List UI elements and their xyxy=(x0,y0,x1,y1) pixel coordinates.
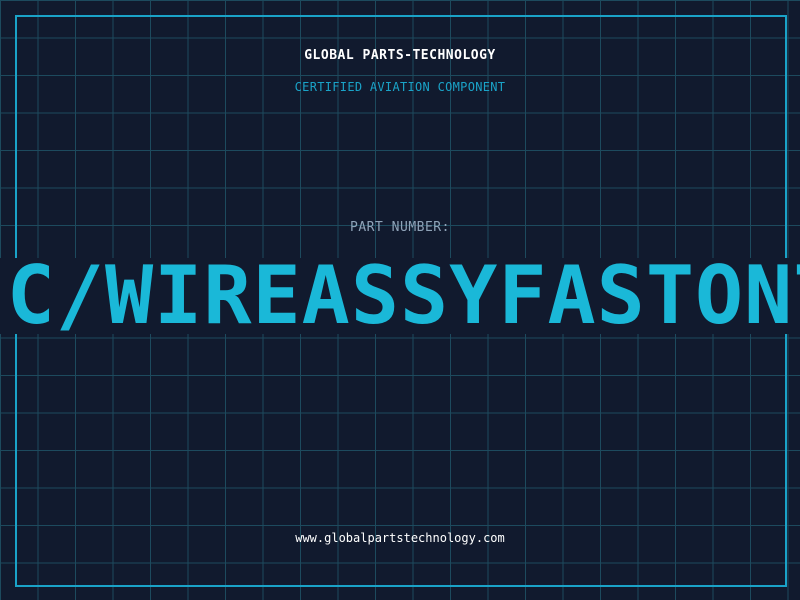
part-number-band: -C/WIREASSYFASTONT xyxy=(0,258,800,334)
certification-subtitle: CERTIFIED AVIATION COMPONENT xyxy=(294,80,506,94)
website-url: www.globalpartstechnology.com xyxy=(295,531,505,545)
part-number-value: -C/WIREASSYFASTONT xyxy=(0,258,800,334)
part-number-label: PART NUMBER: xyxy=(350,220,450,235)
company-name: GLOBAL PARTS-TECHNOLOGY xyxy=(304,48,496,63)
